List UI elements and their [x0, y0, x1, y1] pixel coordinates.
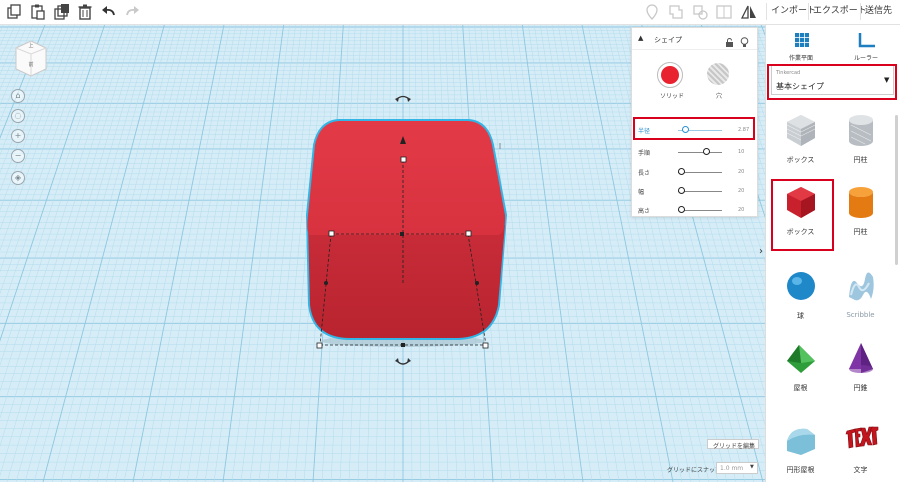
send-to-button[interactable]: 送信先: [860, 3, 896, 20]
shape-item-label: ボックス: [786, 156, 815, 164]
shape-thumbnail-icon: [849, 272, 874, 301]
shape-item[interactable]: ボックス: [773, 111, 828, 181]
shape-item[interactable]: 球: [773, 267, 828, 337]
param-label: 高さ: [638, 208, 651, 215]
group-icon[interactable]: [667, 3, 685, 21]
shape-item-label: Scribble: [846, 311, 875, 319]
shape-item[interactable]: Scribble: [833, 267, 888, 337]
ruler-label: ルーラー: [854, 55, 879, 62]
snap-label: グリッドにスナップ: [667, 467, 722, 474]
shape-item-label: 円柱: [853, 228, 868, 236]
ungroup-icon[interactable]: [691, 3, 709, 21]
shape-item-label: 球: [797, 312, 804, 320]
shape-item[interactable]: 円柱: [833, 183, 888, 253]
shape-thumbnail-icon: [787, 272, 815, 300]
library-scrollbar[interactable]: [895, 115, 898, 265]
shape-thumbnail-icon: [849, 343, 873, 373]
shape-thumbnail-icon: [849, 187, 873, 218]
param-row[interactable]: 幅 20: [632, 185, 757, 197]
shape-item[interactable]: 屋根: [773, 339, 828, 409]
shape-thumbnail-icon: [787, 428, 815, 455]
top-toolbar: インポート エクスポート 送信先: [0, 0, 900, 25]
param-label: 長さ: [638, 170, 651, 177]
panel-collapse-arrow[interactable]: ›: [759, 246, 763, 257]
param-slider-knob[interactable]: [678, 168, 685, 175]
shape-thumbnail-icon: [849, 115, 873, 146]
tinkercad-editor: インポート エクスポート 送信先 上 前 ⌂ ◌ + − ◈ グリッドを編集 グ…: [0, 0, 900, 482]
param-label: 幅: [638, 189, 645, 196]
highlight-radius-row: [633, 117, 755, 140]
param-slider-knob[interactable]: [678, 206, 685, 213]
note-icon[interactable]: [643, 3, 661, 21]
shape-item[interactable]: 円錐: [833, 339, 888, 409]
align-icon[interactable]: [715, 3, 733, 21]
workplane-tool[interactable]: 作業平面: [784, 30, 820, 64]
param-slider-track[interactable]: [678, 152, 722, 153]
copy-icon[interactable]: [5, 3, 23, 21]
param-row[interactable]: 手順 10: [632, 146, 757, 158]
redo-icon[interactable]: [123, 3, 141, 21]
shape-item-label: 文字: [853, 466, 868, 474]
edit-grid-label: グリッドを編集: [713, 443, 756, 450]
shape-panel-title: シェイプ: [654, 36, 682, 44]
chevron-down-icon: ▼: [750, 464, 754, 470]
shape-item[interactable]: 円形屋根: [773, 421, 828, 482]
param-row[interactable]: 高さ 20: [632, 204, 757, 216]
param-value[interactable]: 20: [738, 207, 744, 213]
param-row[interactable]: 長さ 20: [632, 166, 757, 178]
mirror-icon[interactable]: [740, 3, 758, 21]
duplicate-icon[interactable]: [53, 3, 71, 21]
ruler-tool[interactable]: ルーラー: [848, 30, 888, 64]
shape-item-label: 円形屋根: [786, 466, 815, 474]
solid-button[interactable]: [657, 62, 683, 88]
light-bulb-icon[interactable]: [740, 33, 749, 47]
shape-item-label: 円柱: [853, 156, 868, 164]
shape-thumbnail-icon: [786, 115, 816, 146]
solid-label: ソリッド: [660, 93, 685, 100]
param-value[interactable]: 20: [738, 169, 744, 175]
shape-thumbnail-icon: [787, 345, 815, 373]
ruler-icon: [858, 33, 875, 48]
param-value[interactable]: 10: [738, 149, 744, 155]
delete-icon[interactable]: [76, 3, 94, 21]
undo-icon[interactable]: [100, 3, 118, 21]
shape-item-label: 円錐: [853, 384, 868, 392]
highlight-box-shape: [771, 179, 834, 251]
shape-item[interactable]: 円柱: [833, 111, 888, 181]
solid-color-swatch: [661, 66, 679, 84]
snap-value: 1.0 mm: [720, 465, 744, 472]
hole-label: 穴: [716, 93, 723, 100]
param-value[interactable]: 20: [738, 188, 744, 194]
workplane-icon: [795, 33, 809, 47]
shape-item-label: 屋根: [793, 384, 808, 392]
hole-button[interactable]: [707, 63, 729, 85]
lock-icon[interactable]: [725, 33, 734, 47]
workplane-label: 作業平面: [789, 55, 814, 62]
highlight-category-dropdown: [767, 64, 897, 100]
paste-icon[interactable]: [29, 3, 47, 21]
shape-panel-header: ▲ シェイプ: [632, 28, 757, 50]
collapse-icon[interactable]: ▲: [638, 34, 643, 42]
param-slider-knob[interactable]: [678, 187, 685, 194]
shape-item[interactable]: 文字: [833, 421, 888, 482]
param-label: 手順: [638, 150, 651, 157]
shape-thumbnail-icon: [845, 426, 879, 449]
param-slider-knob[interactable]: [703, 148, 711, 155]
